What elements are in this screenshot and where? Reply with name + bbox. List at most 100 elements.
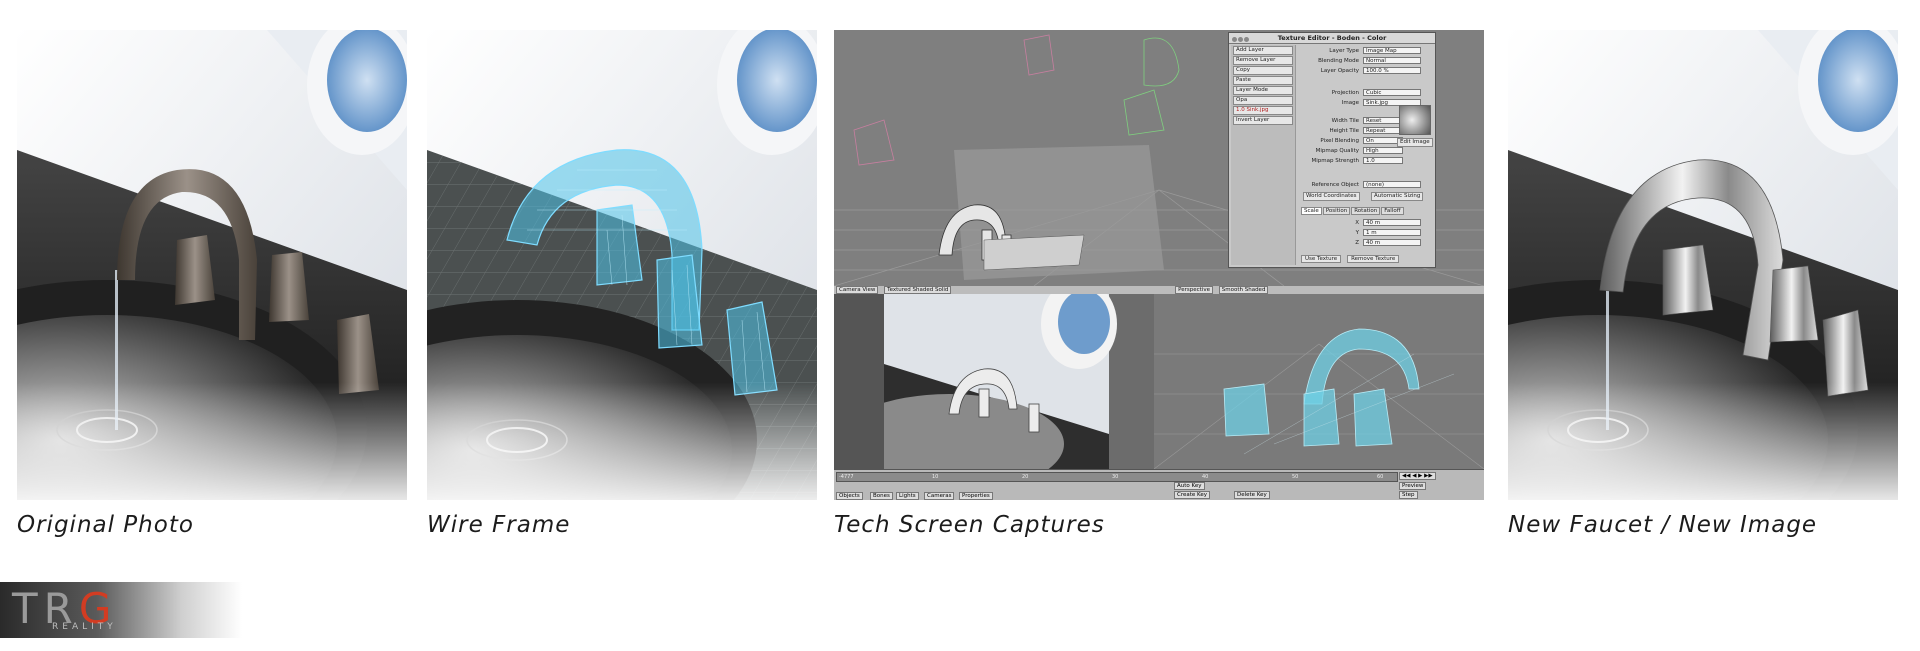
auto-key-button[interactable]: Auto Key: [1174, 482, 1205, 490]
tab-rotation[interactable]: Rotation: [1351, 207, 1381, 215]
delete-key-button[interactable]: Delete Key: [1234, 491, 1270, 499]
lights-button[interactable]: Lights: [896, 492, 919, 500]
paste-button[interactable]: Paste: [1233, 76, 1293, 85]
cameras-button[interactable]: Cameras: [924, 492, 955, 500]
field-label: Y: [1355, 230, 1359, 236]
texture-editor-footer: Use Texture Remove Texture: [1301, 255, 1403, 263]
preview-button[interactable]: Preview: [1399, 482, 1427, 490]
reference-object-select[interactable]: (none): [1363, 181, 1421, 188]
layer-item[interactable]: 1.0 Sink.jpg: [1233, 106, 1293, 115]
field-label: Blending Mode: [1318, 58, 1359, 64]
scale-x-input[interactable]: 40 m: [1363, 219, 1421, 226]
perspective-viewport: [1154, 294, 1484, 469]
view-select-left[interactable]: Camera View: [836, 286, 879, 294]
tab-falloff[interactable]: Falloff: [1381, 207, 1404, 215]
create-key-button[interactable]: Create Key: [1174, 491, 1210, 499]
bones-button[interactable]: Bones: [870, 492, 893, 500]
trg-reality-logo: TRG REALITY: [0, 582, 242, 638]
original-photo-panel: [17, 30, 407, 500]
field-label: Projection: [1331, 90, 1359, 96]
remove-texture-button[interactable]: Remove Texture: [1347, 255, 1400, 263]
layer-mode-header: Layer Mode: [1233, 86, 1293, 95]
window-controls[interactable]: [1232, 35, 1250, 45]
timeline-tick: 50: [1292, 474, 1299, 480]
timeline-tick: 20: [1022, 474, 1029, 480]
width-tile-select[interactable]: Reset: [1363, 117, 1403, 124]
transform-tabs: Scale Position Rotation Falloff: [1301, 207, 1405, 215]
caption-new-image: New Faucet / New Image: [1508, 512, 1818, 538]
view-select-right[interactable]: Perspective: [1175, 286, 1213, 294]
texture-editor-title: Texture Editor - Boden - Color: [1277, 34, 1387, 42]
world-coordinates-checkbox[interactable]: World Coordinates: [1303, 192, 1360, 201]
field-label: Mipmap Quality: [1315, 148, 1359, 154]
logo-subtitle: REALITY: [52, 622, 117, 632]
edit-image-button[interactable]: Edit Image: [1397, 138, 1433, 147]
caption-tech-screens: Tech Screen Captures: [834, 512, 1105, 538]
tech-screen-panel: Texture Editor - Boden - Color Add Layer…: [834, 30, 1484, 500]
copy-button[interactable]: Copy: [1233, 66, 1293, 75]
image-thumbnail[interactable]: [1399, 105, 1431, 135]
field-row: Layer Type Image Map: [1301, 47, 1431, 55]
timeline-tick: 40: [1202, 474, 1209, 480]
caption-wireframe: Wire Frame: [427, 512, 571, 538]
shading-select-right[interactable]: Smooth Shaded: [1218, 286, 1269, 294]
timeline-start-label: -4777: [839, 474, 854, 480]
tab-scale[interactable]: Scale: [1301, 207, 1322, 215]
field-label: Image: [1341, 100, 1359, 106]
tab-position[interactable]: Position: [1322, 207, 1351, 215]
field-label: Layer Opacity: [1320, 68, 1359, 74]
projection-select[interactable]: Cubic: [1363, 89, 1421, 96]
shading-select-left[interactable]: Textured Shaded Solid: [884, 286, 952, 294]
field-label: Layer Type: [1329, 48, 1359, 54]
field-row: X 40 m: [1301, 219, 1431, 227]
new-image-panel: [1508, 30, 1898, 500]
wireframe-panel: [427, 30, 817, 500]
field-label: Mipmap Strength: [1311, 158, 1359, 164]
layer-opacity-input[interactable]: 100.0 %: [1363, 67, 1421, 74]
texture-editor-window: Texture Editor - Boden - Color Add Layer…: [1228, 32, 1436, 268]
field-label: Width Tile: [1331, 118, 1359, 124]
field-row: Mipmap Quality High: [1301, 147, 1431, 155]
mipmap-strength-input[interactable]: 1.0: [1363, 157, 1403, 164]
mipmap-quality-select[interactable]: High: [1363, 147, 1403, 154]
texture-editor-titlebar: Texture Editor - Boden - Color: [1229, 33, 1435, 44]
field-row: Projection Cubic: [1301, 89, 1431, 97]
remove-layer-button[interactable]: Remove Layer: [1233, 56, 1293, 65]
field-row: Y 1 m: [1301, 229, 1431, 237]
use-texture-button[interactable]: Use Texture: [1301, 255, 1342, 263]
camera-viewport: [834, 294, 1154, 469]
scale-z-input[interactable]: 40 m: [1363, 239, 1421, 246]
field-row: Blending Mode Normal: [1301, 57, 1431, 65]
field-label: Pixel Blending: [1320, 138, 1359, 144]
invert-layer-checkbox[interactable]: Invert Layer: [1233, 116, 1293, 125]
step-button[interactable]: Step: [1399, 491, 1418, 499]
field-row: Layer Opacity 100.0 %: [1301, 67, 1431, 75]
layer-type-select[interactable]: Image Map: [1363, 47, 1421, 54]
timeline: -4777 10 20 30 40 50 60 Objects Bones Li…: [834, 469, 1484, 500]
timeline-slider[interactable]: -4777 10 20 30 40 50 60: [836, 472, 1398, 482]
field-row: Reference Object (none): [1301, 181, 1431, 189]
playback-controls[interactable]: ◀◀ ◀ ▶ ▶▶: [1399, 472, 1436, 480]
field-label: Reference Object: [1311, 182, 1359, 188]
timeline-tick: 30: [1112, 474, 1119, 480]
new-faucet-image: [1508, 30, 1898, 500]
field-label: Z: [1355, 240, 1359, 246]
height-tile-select[interactable]: Repeat: [1363, 127, 1403, 134]
original-photo-image: [17, 30, 407, 500]
caption-original-photo: Original Photo: [17, 512, 194, 538]
add-layer-button[interactable]: Add Layer: [1233, 46, 1293, 55]
wireframe-image: [427, 30, 817, 500]
opacity-header: Opa: [1233, 96, 1293, 105]
layer-list: Add Layer Remove Layer Copy Paste Layer …: [1231, 45, 1296, 265]
field-row: Mipmap Strength 1.0: [1301, 157, 1431, 165]
field-label: X: [1355, 220, 1359, 226]
field-label: Height Tile: [1329, 128, 1359, 134]
field-row: Z 40 m: [1301, 239, 1431, 247]
objects-button[interactable]: Objects: [836, 492, 863, 500]
properties-button[interactable]: Properties: [959, 492, 993, 500]
timeline-end-label: 60: [1377, 474, 1384, 480]
blending-mode-select[interactable]: Normal: [1363, 57, 1421, 64]
scale-y-input[interactable]: 1 m: [1363, 229, 1421, 236]
timeline-tick: 10: [932, 474, 939, 480]
automatic-sizing-button[interactable]: Automatic Sizing: [1371, 192, 1424, 201]
